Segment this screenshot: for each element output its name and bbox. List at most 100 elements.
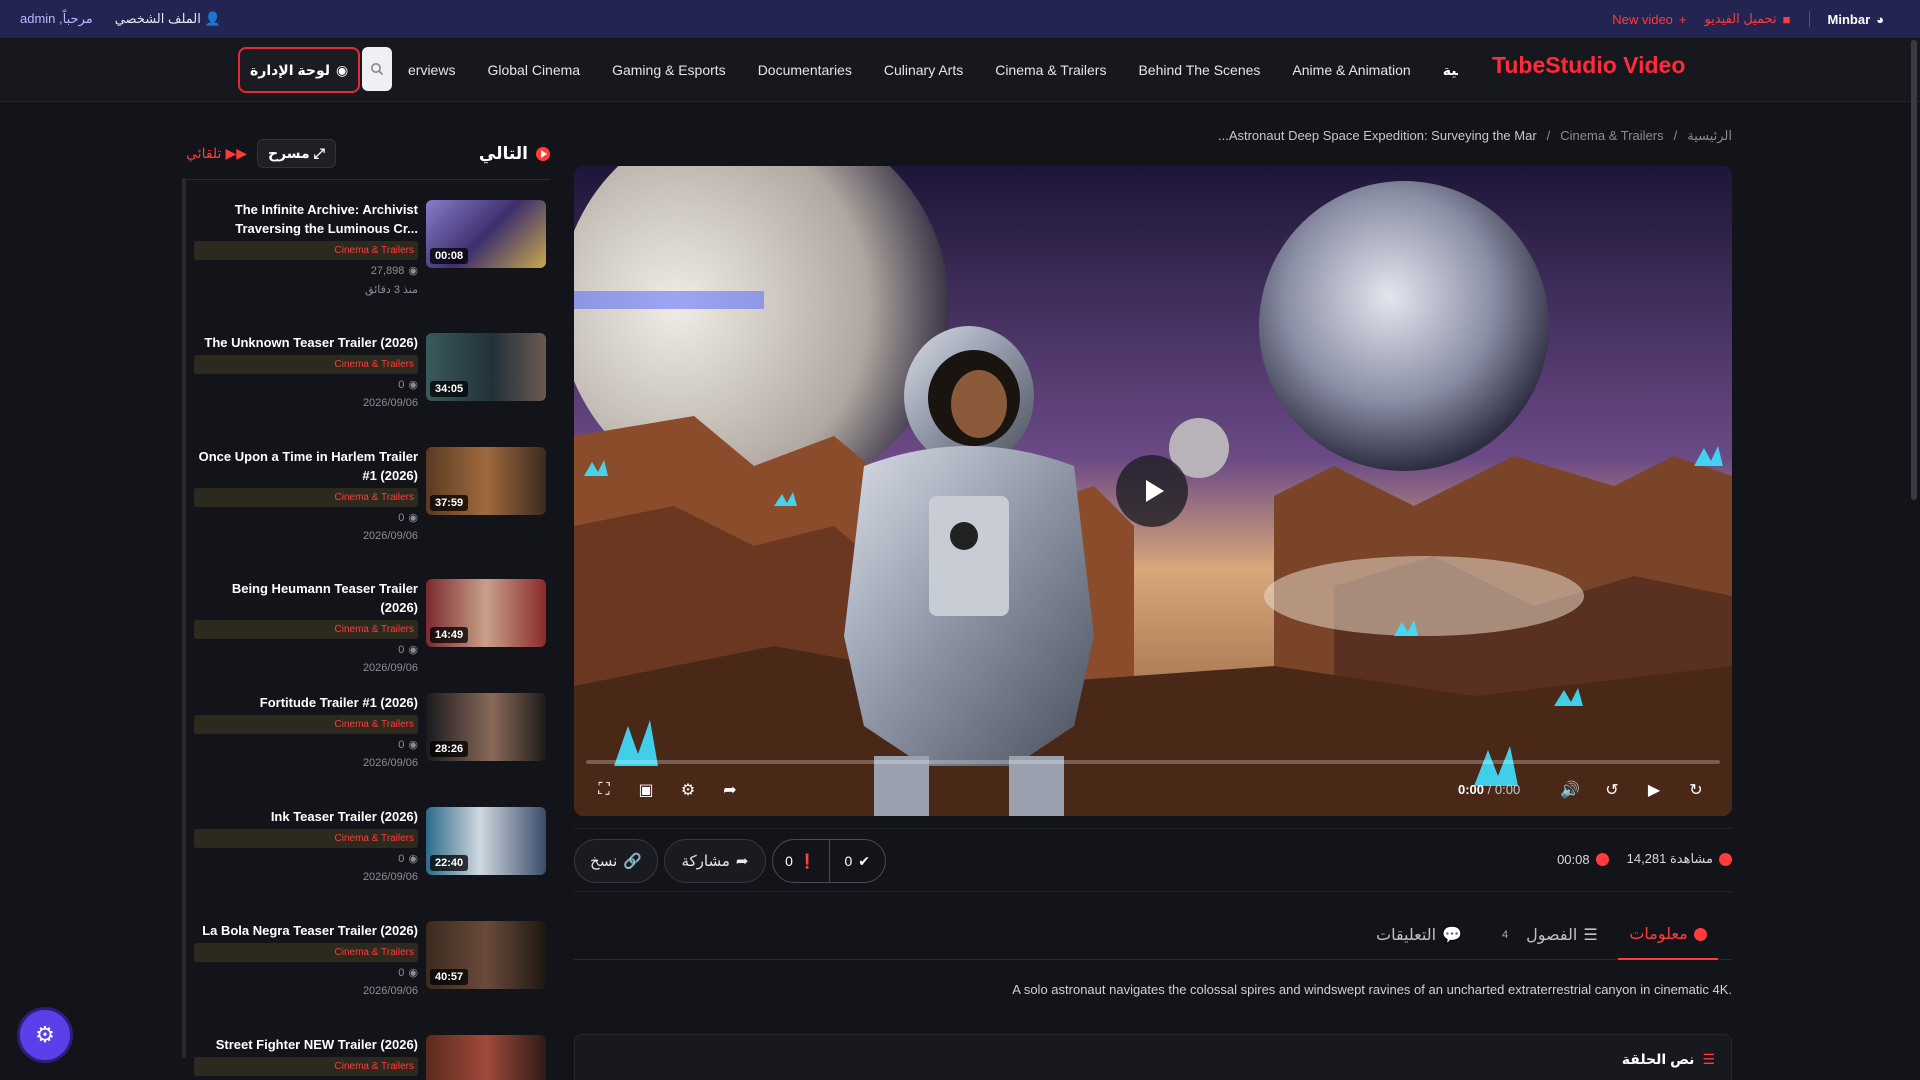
video-description: A solo astronaut navigates the colossal … xyxy=(1012,982,1732,997)
item-thumbnail[interactable]: 28:26 xyxy=(426,693,546,761)
greeting-text: مرحباً, admin xyxy=(20,11,93,26)
nav-link[interactable]: Anime & Animation xyxy=(1292,62,1410,78)
nav-link[interactable]: Behind The Scenes xyxy=(1138,62,1260,78)
rewind-icon[interactable]: ↺ xyxy=(1600,778,1624,802)
share-button[interactable]: مشاركة ➦ xyxy=(664,839,766,883)
tab-comments[interactable]: التعليقات 💬 xyxy=(1376,910,1462,960)
item-thumbnail[interactable]: 34:05 xyxy=(426,333,546,401)
item-category[interactable]: Cinema & Trailers xyxy=(194,715,418,734)
top-strip: 👤 الملف الشخصي مرحباً, admin New video + … xyxy=(0,0,1920,38)
dislike-button[interactable]: 0 ❗ xyxy=(773,840,829,882)
like-button[interactable]: 0 ✔ xyxy=(828,840,886,882)
views-count: 0 xyxy=(398,643,405,656)
brand-label: Minbar xyxy=(1827,11,1871,27)
progress-bar[interactable] xyxy=(586,760,1720,764)
item-title[interactable]: Street Fighter NEW Trailer (2026) xyxy=(194,1035,418,1054)
episode-transcript-panel[interactable]: نص الحلقة ☰ xyxy=(574,1034,1732,1080)
dislike-count: 0 xyxy=(785,853,793,869)
player-controls: ⛶ ▣ ⚙ ➦ 0:00 / 0:00 🔊 ↺ ▶ ↻ xyxy=(574,770,1732,810)
gear-icon: ⚙ xyxy=(35,1022,55,1047)
duration-badge: 34:05 xyxy=(430,381,469,397)
item-thumbnail[interactable] xyxy=(426,1035,546,1080)
admin-dashboard-button[interactable]: لوحة الإدارة ◉ xyxy=(238,47,361,93)
copy-label: نسخ xyxy=(590,853,618,870)
item-category[interactable]: Cinema & Trailers xyxy=(194,943,418,962)
item-thumbnail[interactable]: 37:59 xyxy=(426,447,546,515)
item-category[interactable]: Cinema & Trailers xyxy=(194,241,418,260)
item-title[interactable]: The Infinite Archive: Archivist Traversi… xyxy=(194,200,418,238)
breadcrumb-home[interactable]: الرئيسية xyxy=(1687,128,1732,144)
item-thumbnail[interactable]: 40:57 xyxy=(426,921,546,989)
breadcrumb-separator: / xyxy=(1546,128,1551,143)
category-nav: erviews Global Cinema Gaming & Esports D… xyxy=(408,38,1458,102)
item-title[interactable]: La Bola Negra Teaser Trailer (2026) xyxy=(194,921,418,940)
item-title[interactable]: Being Heumann Teaser Trailer (2026) xyxy=(194,579,418,617)
copy-link-button[interactable]: نسخ 🔗 xyxy=(574,839,658,883)
views-count: 0 xyxy=(398,966,405,979)
share-icon[interactable]: ➦ xyxy=(718,778,742,802)
nav-home-link[interactable]: الرئيسية xyxy=(1443,62,1458,79)
up-next-sidebar: تلقائي ▶▶ مسرح ⤢ التالي The Infinite Arch… xyxy=(182,128,550,1080)
page-scrollbar[interactable] xyxy=(1911,40,1917,500)
item-category[interactable]: Cinema & Trailers xyxy=(194,1057,418,1076)
eye-icon: ◉ xyxy=(408,967,418,979)
chapters-count: 4 xyxy=(1502,929,1509,941)
nav-link[interactable]: Global Cinema xyxy=(487,62,580,78)
duration-meta: 00:08 xyxy=(1557,852,1609,867)
eye-icon xyxy=(1719,852,1732,866)
picture-in-picture-icon[interactable]: ▣ xyxy=(634,778,658,802)
autoplay-toggle[interactable]: تلقائي ▶▶ xyxy=(186,145,247,162)
forward-icon[interactable]: ↻ xyxy=(1684,778,1708,802)
info-icon xyxy=(1693,927,1707,941)
item-category[interactable]: Cinema & Trailers xyxy=(194,488,418,507)
up-next-label: التالي xyxy=(478,143,528,163)
brand-link[interactable]: Minbar ◕ xyxy=(1828,12,1884,27)
play-icon[interactable]: ▶ xyxy=(1642,778,1666,802)
nav-link[interactable]: erviews xyxy=(408,62,455,78)
breadcrumb-category[interactable]: Cinema & Trailers xyxy=(1560,128,1663,144)
time-display: 0:00 / 0:00 xyxy=(1458,778,1520,802)
search-button[interactable] xyxy=(362,47,392,91)
settings-icon[interactable]: ⚙ xyxy=(676,778,700,802)
item-category[interactable]: Cinema & Trailers xyxy=(194,620,418,639)
nav-link[interactable]: Cinema & Trailers xyxy=(995,62,1106,78)
duration-badge: 40:57 xyxy=(430,969,469,985)
eye-icon: ◉ xyxy=(408,853,418,865)
item-views: 0 ◉ xyxy=(194,643,418,657)
sidebar-scrollbar[interactable] xyxy=(182,178,186,1058)
like-count: 0 xyxy=(844,853,853,869)
item-title[interactable]: Once Upon a Time in Harlem Trailer #1 (2… xyxy=(194,447,418,485)
share-icon: ➦ xyxy=(735,853,749,870)
settings-fab[interactable]: ⚙ xyxy=(20,1010,70,1060)
upload-video-link[interactable]: تحميل الفيديو ■ xyxy=(1705,11,1791,27)
new-video-link[interactable]: New video + xyxy=(1612,12,1686,27)
item-category[interactable]: Cinema & Trailers xyxy=(194,829,418,848)
eye-icon: ◉ xyxy=(408,644,418,656)
tab-chapters[interactable]: 4 الفصول ☰ xyxy=(1502,910,1598,960)
item-thumbnail[interactable]: 14:49 xyxy=(426,579,546,647)
fullscreen-icon[interactable]: ⛶ xyxy=(592,778,616,802)
item-title[interactable]: Fortitude Trailer #1 (2026) xyxy=(194,693,418,712)
item-title[interactable]: The Unknown Teaser Trailer (2026) xyxy=(194,333,418,352)
item-views: 0 ◉ xyxy=(194,511,418,525)
link-icon: 🔗 xyxy=(623,853,642,870)
item-thumbnail[interactable]: 00:08 xyxy=(426,200,546,268)
item-views: 0 ◉ xyxy=(194,852,418,866)
theater-mode-button[interactable]: مسرح ⤢ xyxy=(257,139,336,168)
item-views: 0 ◉ xyxy=(194,378,418,392)
big-play-button[interactable] xyxy=(1116,455,1188,527)
profile-link[interactable]: 👤 الملف الشخصي xyxy=(115,11,221,27)
item-thumbnail[interactable]: 22:40 xyxy=(426,807,546,875)
breadcrumb-separator: / xyxy=(1673,128,1678,143)
nav-link[interactable]: Gaming & Esports xyxy=(612,62,726,78)
video-player[interactable]: ⛶ ▣ ⚙ ➦ 0:00 / 0:00 🔊 ↺ ▶ ↻ xyxy=(574,166,1732,816)
duration-badge: 22:40 xyxy=(430,855,469,871)
nav-link[interactable]: Culinary Arts xyxy=(884,62,963,78)
item-title[interactable]: Ink Teaser Trailer (2026) xyxy=(194,807,418,826)
breadcrumb: الرئيسية / Cinema & Trailers / Astronaut… xyxy=(1218,128,1732,144)
volume-icon[interactable]: 🔊 xyxy=(1558,778,1582,802)
item-category[interactable]: Cinema & Trailers xyxy=(194,355,418,374)
site-logo[interactable]: TubeStudio Video xyxy=(1492,52,1685,79)
nav-link[interactable]: Documentaries xyxy=(758,62,852,78)
tab-info[interactable]: معلومات xyxy=(1618,910,1718,960)
